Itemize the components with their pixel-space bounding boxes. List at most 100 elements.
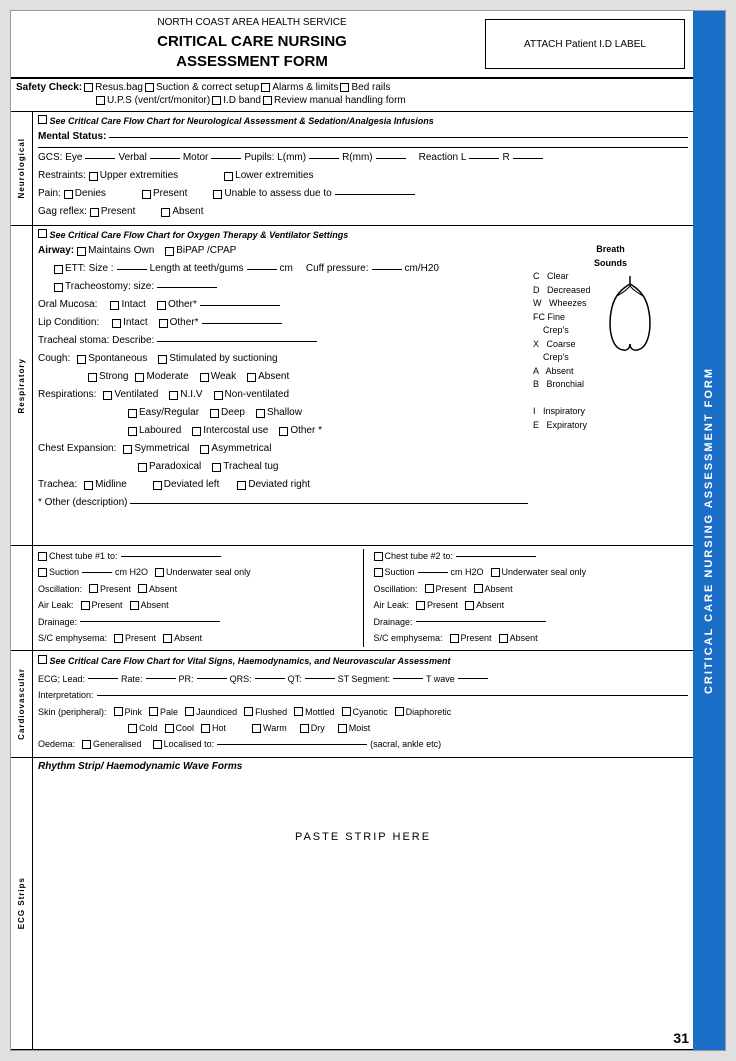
skin-flushed-checkbox[interactable]	[244, 707, 253, 716]
t-wave-field[interactable]	[458, 678, 488, 679]
pain-unable-checkbox[interactable]	[213, 190, 222, 199]
gag-absent-checkbox[interactable]	[161, 208, 170, 217]
skin-pink-checkbox[interactable]	[114, 707, 123, 716]
lip-intact-checkbox[interactable]	[112, 319, 121, 328]
chest-paradoxical-checkbox[interactable]	[138, 463, 147, 472]
skin-warm-checkbox[interactable]	[252, 724, 261, 733]
reaction-l-field[interactable]	[469, 158, 499, 159]
skin-dry-checkbox[interactable]	[300, 724, 309, 733]
skin-mottled-checkbox[interactable]	[294, 707, 303, 716]
resp-easy-checkbox[interactable]	[128, 409, 137, 418]
rate-field[interactable]	[146, 678, 176, 679]
tube1-suction-checkbox[interactable]	[38, 568, 47, 577]
pain-denies-checkbox[interactable]	[64, 190, 73, 199]
skin-moist-checkbox[interactable]	[338, 724, 347, 733]
resp-note-checkbox[interactable]	[38, 229, 47, 238]
chest-tracheal-tug-checkbox[interactable]	[212, 463, 221, 472]
cough-moderate-checkbox[interactable]	[135, 373, 144, 382]
lower-extremities-checkbox[interactable]	[224, 172, 233, 181]
skin-cool-checkbox[interactable]	[165, 724, 174, 733]
neuro-note-checkbox[interactable]	[38, 115, 47, 124]
tube2-sc-present-checkbox[interactable]	[450, 634, 459, 643]
interpretation-field[interactable]	[97, 695, 688, 696]
upper-extremities-checkbox[interactable]	[89, 172, 98, 181]
ecg-lead-field[interactable]	[88, 678, 118, 679]
cardio-note-checkbox[interactable]	[38, 655, 47, 664]
resp-niv-checkbox[interactable]	[169, 391, 178, 400]
gcs-eye-field[interactable]	[85, 158, 115, 159]
tube1-osc-present-checkbox[interactable]	[89, 584, 98, 593]
tube2-underwater-seal-checkbox[interactable]	[491, 568, 500, 577]
tracheal-stoma-field[interactable]	[157, 341, 317, 342]
pupils-r-field[interactable]	[376, 158, 406, 159]
mental-status-field[interactable]	[109, 137, 688, 138]
tube2-checkbox[interactable]	[374, 552, 383, 561]
tube1-drainage-field[interactable]	[80, 621, 220, 622]
resp-other-checkbox[interactable]	[279, 427, 288, 436]
cough-strong-checkbox[interactable]	[88, 373, 97, 382]
oral-intact-checkbox[interactable]	[110, 301, 119, 310]
pain-unable-field[interactable]	[335, 194, 415, 195]
ett-size-field[interactable]	[117, 269, 147, 270]
skin-cold-checkbox[interactable]	[128, 724, 137, 733]
lip-other-field[interactable]	[202, 323, 282, 324]
alarms-checkbox[interactable]	[261, 83, 270, 92]
tube1-leak-absent-checkbox[interactable]	[130, 601, 139, 610]
skin-jaundiced-checkbox[interactable]	[185, 707, 194, 716]
cuff-pressure-field[interactable]	[372, 269, 402, 270]
oral-other-checkbox[interactable]	[157, 301, 166, 310]
tube1-suction-field[interactable]	[82, 572, 112, 573]
trachea-deviated-left-checkbox[interactable]	[153, 481, 162, 490]
gcs-motor-field[interactable]	[211, 158, 241, 159]
qt-field[interactable]	[305, 678, 335, 679]
oedema-localised-field[interactable]	[217, 744, 367, 745]
cough-stimulated-checkbox[interactable]	[158, 355, 167, 364]
skin-cyanotic-checkbox[interactable]	[342, 707, 351, 716]
tube1-field[interactable]	[121, 556, 221, 557]
tube2-field[interactable]	[456, 556, 536, 557]
tube2-suction-checkbox[interactable]	[374, 568, 383, 577]
st-field[interactable]	[393, 678, 423, 679]
bipap-checkbox[interactable]	[165, 247, 174, 256]
tube2-leak-absent-checkbox[interactable]	[465, 601, 474, 610]
qrs-field[interactable]	[255, 678, 285, 679]
resp-intercostal-checkbox[interactable]	[192, 427, 201, 436]
other-desc-field[interactable]	[130, 503, 528, 504]
ett-length-field[interactable]	[247, 269, 277, 270]
tube2-osc-absent-checkbox[interactable]	[474, 584, 483, 593]
tube1-sc-absent-checkbox[interactable]	[163, 634, 172, 643]
oedema-localised-checkbox[interactable]	[153, 740, 162, 749]
chest-asymmetrical-checkbox[interactable]	[200, 445, 209, 454]
cough-weak-checkbox[interactable]	[200, 373, 209, 382]
ett-checkbox[interactable]	[54, 265, 63, 274]
tube2-suction-field[interactable]	[418, 572, 448, 573]
maintains-own-checkbox[interactable]	[77, 247, 86, 256]
tube2-leak-present-checkbox[interactable]	[416, 601, 425, 610]
resp-shallow-checkbox[interactable]	[256, 409, 265, 418]
lip-other-checkbox[interactable]	[159, 319, 168, 328]
gcs-verbal-field[interactable]	[150, 158, 180, 159]
tube1-leak-present-checkbox[interactable]	[81, 601, 90, 610]
trach-checkbox[interactable]	[54, 283, 63, 292]
oral-other-field[interactable]	[200, 305, 280, 306]
resp-deep-checkbox[interactable]	[210, 409, 219, 418]
trachea-deviated-right-checkbox[interactable]	[237, 481, 246, 490]
oedema-generalised-checkbox[interactable]	[82, 740, 91, 749]
pr-field[interactable]	[197, 678, 227, 679]
tube1-underwater-seal-checkbox[interactable]	[155, 568, 164, 577]
resus-bag-checkbox[interactable]	[84, 83, 93, 92]
suction-checkbox[interactable]	[145, 83, 154, 92]
tube1-sc-present-checkbox[interactable]	[114, 634, 123, 643]
trach-size-field[interactable]	[157, 287, 217, 288]
tube2-osc-present-checkbox[interactable]	[425, 584, 434, 593]
tube1-checkbox[interactable]	[38, 552, 47, 561]
skin-pale-checkbox[interactable]	[149, 707, 158, 716]
resp-ventilated-checkbox[interactable]	[103, 391, 112, 400]
tube2-sc-absent-checkbox[interactable]	[499, 634, 508, 643]
trachea-midline-checkbox[interactable]	[84, 481, 93, 490]
gag-present-checkbox[interactable]	[90, 208, 99, 217]
skin-hot-checkbox[interactable]	[201, 724, 210, 733]
id-band-checkbox[interactable]	[212, 96, 221, 105]
ups-checkbox[interactable]	[96, 96, 105, 105]
resp-non-ventilated-checkbox[interactable]	[214, 391, 223, 400]
